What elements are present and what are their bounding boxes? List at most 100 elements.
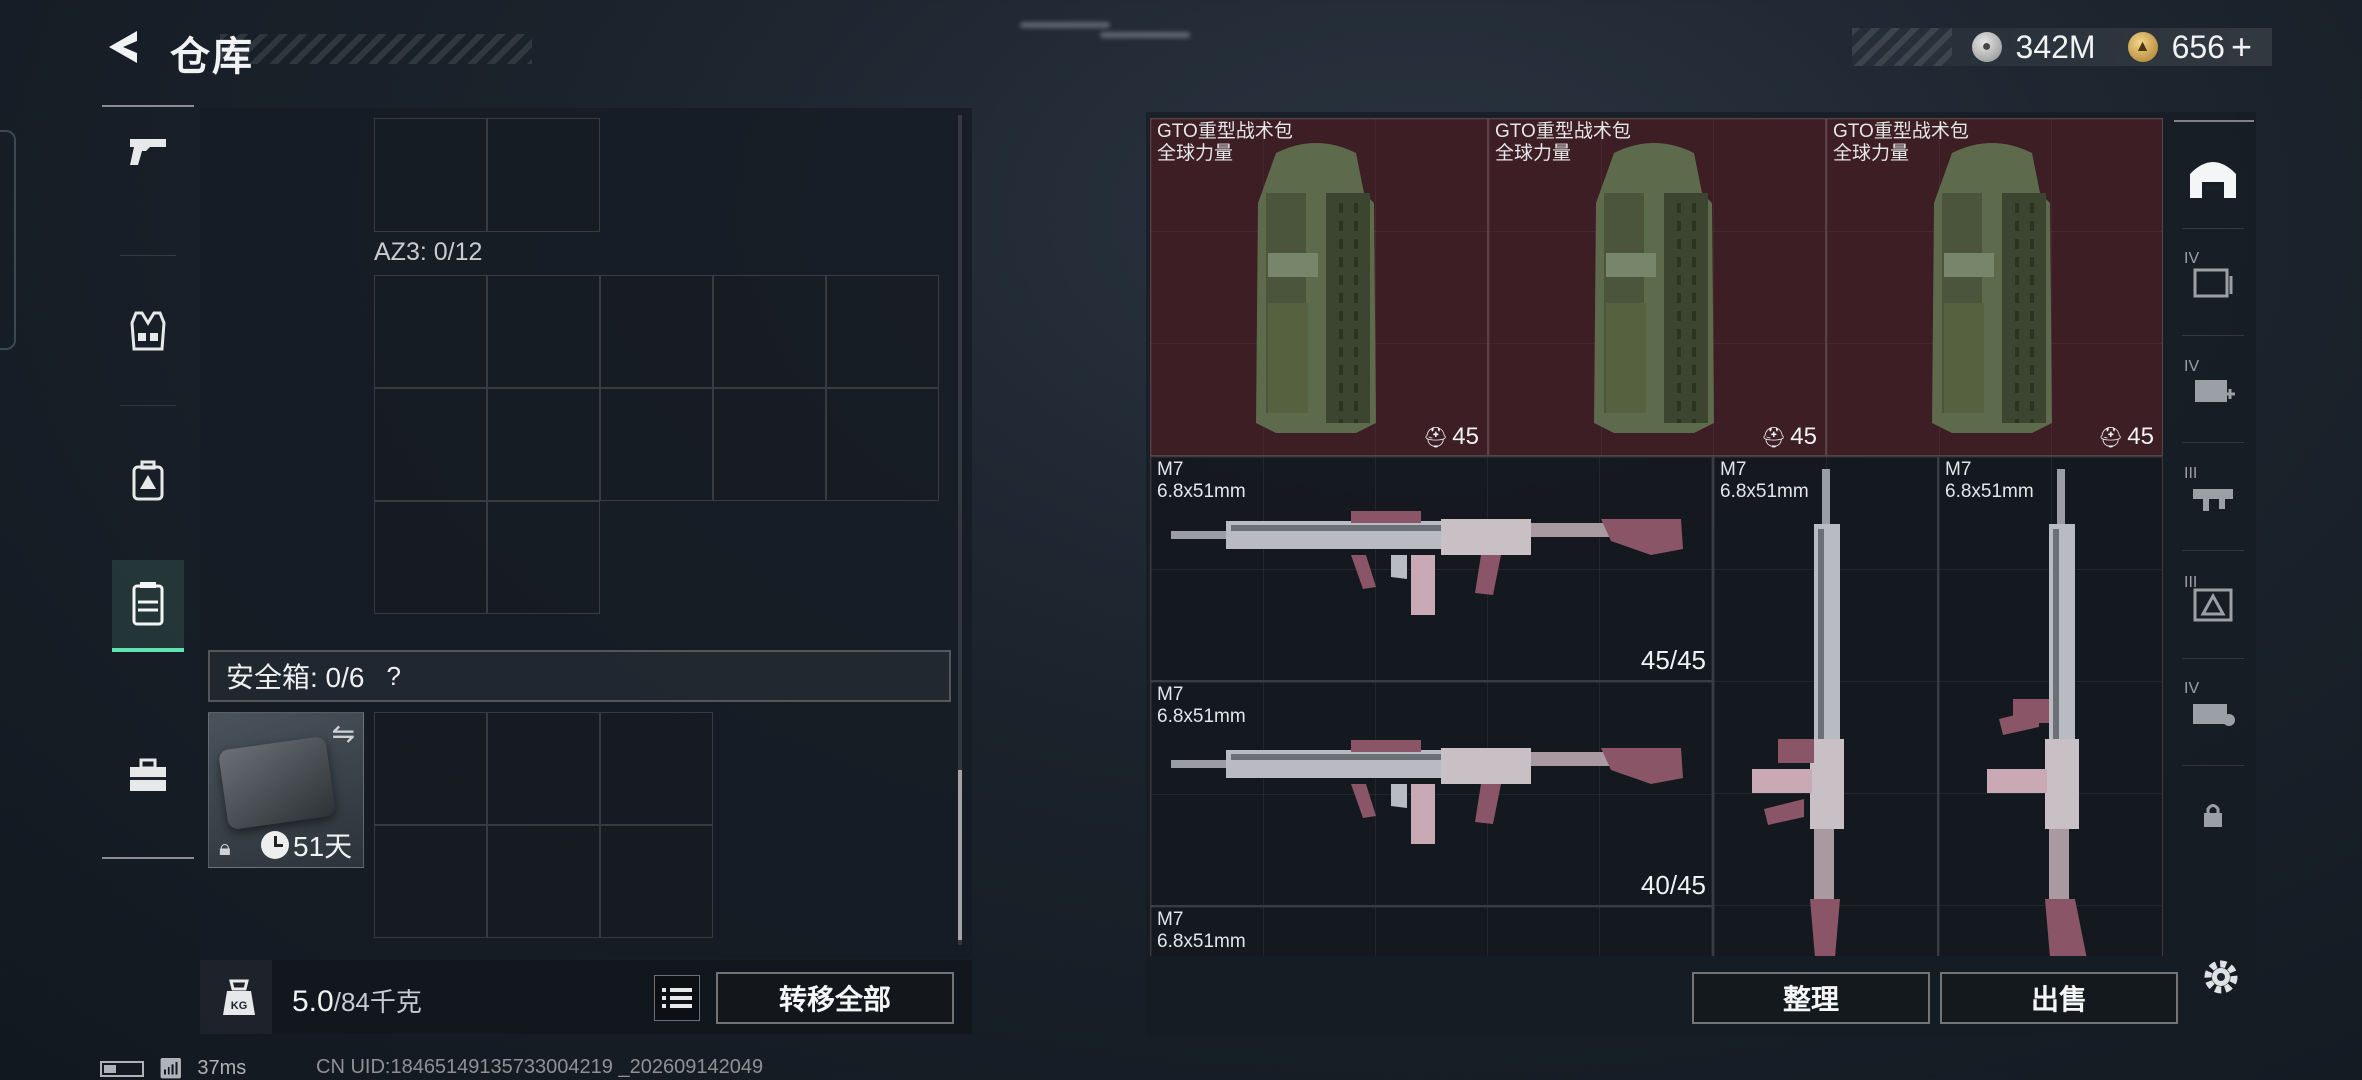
locker-icon	[132, 582, 164, 626]
grid-cell[interactable]	[600, 388, 713, 501]
swap-icon[interactable]: ⇋	[332, 717, 355, 750]
back-arrow-icon	[109, 31, 137, 63]
filter-separator	[2182, 442, 2244, 443]
storage-scrollbar[interactable]	[958, 115, 962, 945]
rifle-item[interactable]: M7 6.8x51mm 40/45	[1150, 681, 1713, 906]
backpack-item[interactable]: GTO重型战术包 全球力量 ⛑︎ 45	[1150, 118, 1488, 456]
grid-cell[interactable]	[826, 275, 939, 388]
backpack-item[interactable]: GTO重型战术包 全球力量 ⛑︎ 45	[1488, 118, 1826, 456]
rifle-item[interactable]: M7 6.8x51mm	[1713, 456, 1938, 956]
rifle-item[interactable]: M7 6.8x51mm	[1150, 906, 1713, 956]
gear-icon	[2204, 960, 2238, 994]
storage-grid-top[interactable]	[374, 118, 600, 232]
background-streak	[1020, 22, 1110, 28]
filter-locked[interactable]	[2178, 775, 2248, 855]
clock-icon	[261, 831, 289, 859]
filter-tools-iv[interactable]: IV	[2178, 670, 2248, 750]
rail-item-toolbox[interactable]	[112, 730, 184, 822]
background-streak	[1100, 32, 1190, 38]
grid-cell[interactable]	[487, 501, 600, 614]
organize-button[interactable]: 整理	[1692, 972, 1930, 1024]
rail-item-weapons[interactable]	[112, 105, 184, 197]
grid-cell[interactable]	[713, 275, 826, 388]
settings-button[interactable]	[2196, 952, 2246, 1002]
gold-coin-value: 656	[2171, 28, 2225, 65]
grid-cell[interactable]	[374, 825, 487, 938]
gold-coin-icon: ▲	[2127, 32, 2158, 62]
filter-armor-iii[interactable]: III	[2178, 564, 2248, 644]
list-view-button[interactable]	[654, 975, 700, 1021]
rail-item-locker[interactable]	[112, 560, 184, 652]
ammo-count: 40/45	[1640, 870, 1706, 900]
helmet-icon: ⛑︎	[1422, 426, 1449, 449]
status-bar: 📶︎ 37ms	[100, 1056, 246, 1080]
rifle-image	[1752, 469, 1844, 956]
weight-readout: 5.0/84千克	[292, 982, 422, 1019]
grid-cell[interactable]	[487, 275, 600, 388]
currency-decoration	[1852, 28, 1952, 66]
filter-storage-iv[interactable]: IV	[2178, 240, 2248, 320]
safe-case-image	[217, 735, 337, 831]
filter-warehouse[interactable]	[2178, 138, 2248, 218]
rail-item-backpacks[interactable]	[112, 435, 184, 527]
helmet-icon: ⛑︎	[1760, 426, 1787, 449]
grid-cell[interactable]	[374, 118, 487, 232]
grid-cell[interactable]	[600, 712, 713, 825]
filter-separator	[2182, 550, 2244, 551]
az3-grid[interactable]	[374, 275, 939, 501]
grid-cell[interactable]	[487, 388, 600, 501]
list-icon	[662, 988, 692, 1008]
filter-medical-iv[interactable]: IV	[2178, 348, 2248, 428]
silver-coin-icon: ●	[1971, 32, 2002, 62]
transfer-all-button[interactable]: 转移全部	[716, 972, 954, 1024]
uid-text: CN UID:18465149135733004219 _20260914204…	[316, 1056, 764, 1078]
help-icon[interactable]: ?	[386, 661, 400, 692]
safe-box-item[interactable]: ⇋ 🔒︎ 51天	[208, 712, 364, 868]
warehouse-icon	[2190, 162, 2236, 198]
weight-button[interactable]: KG	[210, 968, 268, 1026]
grid-cell[interactable]	[713, 388, 826, 501]
safe-box-grid[interactable]	[374, 712, 713, 938]
backpack-item[interactable]: GTO重型战术包 全球力量 ⛑︎ 45	[1826, 118, 2163, 456]
scrollbar-thumb[interactable]	[958, 770, 962, 940]
rifle-item[interactable]: M7 6.8x51mm 45/45	[1150, 456, 1713, 681]
grid-cell[interactable]	[374, 712, 487, 825]
toolbox-icon	[130, 758, 166, 791]
grid-cell[interactable]	[600, 275, 713, 388]
safe-box-header: 安全箱: 0/6 ?	[208, 650, 951, 702]
filter-weapon-iii[interactable]: III	[2178, 455, 2248, 535]
grid-cell[interactable]	[374, 388, 487, 501]
back-button[interactable]	[100, 24, 146, 70]
battery-icon	[100, 1060, 144, 1077]
wifi-icon: 📶︎	[158, 1058, 184, 1080]
az3-grid-extension[interactable]	[374, 501, 600, 614]
rail-bottom-line	[102, 857, 194, 859]
rail-item-armor[interactable]	[112, 285, 184, 377]
filter-separator	[2182, 658, 2244, 659]
ping-readout: 37ms	[197, 1057, 247, 1079]
grid-cell[interactable]	[374, 501, 487, 614]
backpack-icon	[132, 460, 164, 501]
ammo-count: 45/45	[1640, 645, 1706, 675]
rail-separator	[120, 405, 176, 406]
grid-cell[interactable]	[374, 275, 487, 388]
safe-box-duration: 51天	[261, 825, 352, 865]
grid-cell[interactable]	[600, 825, 713, 938]
filter-separator	[2182, 335, 2244, 336]
weight-current: 5.0	[292, 985, 334, 1018]
add-currency-button[interactable]: +	[2231, 26, 2252, 68]
rifle-image	[1171, 511, 1683, 615]
grid-cell[interactable]	[487, 712, 600, 825]
tier-label: III	[2184, 465, 2198, 482]
filter-rail-top-line	[2174, 120, 2254, 122]
sell-button[interactable]: 出售	[1940, 972, 2178, 1024]
page-title: 仓库	[170, 35, 254, 79]
rifle-item[interactable]: M7 6.8x51mm	[1938, 456, 2163, 956]
item-level: ⛑︎ 45	[1760, 423, 1817, 450]
grid-cell[interactable]	[487, 825, 600, 938]
rail-separator	[120, 255, 176, 256]
grid-cell[interactable]	[826, 388, 939, 501]
pistol-icon	[130, 139, 166, 165]
backpack-image	[1932, 143, 2052, 433]
grid-cell[interactable]	[487, 118, 600, 232]
